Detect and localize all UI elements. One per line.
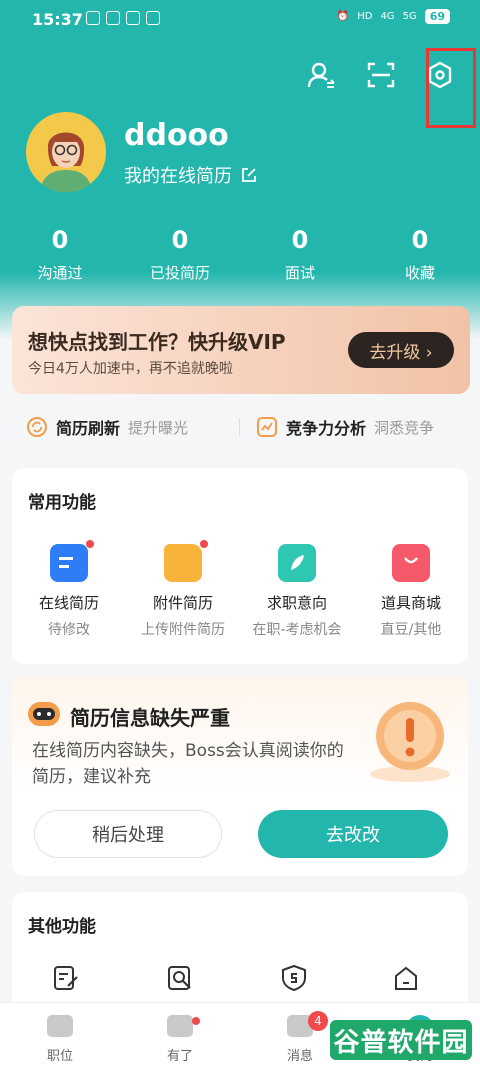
func-label: 道具商城 xyxy=(380,594,441,612)
stat-label: 沟通过 xyxy=(37,264,83,282)
scan-icon[interactable] xyxy=(366,60,396,90)
alarm-icon: ⏰ xyxy=(336,11,350,22)
divider xyxy=(239,418,240,436)
func-sub: 上传附件简历 xyxy=(141,622,225,638)
vip-banner[interactable]: 想快点找到工作？快升级VIP 今日4万人加速中，再不追就晚啦 去升级 › xyxy=(12,306,470,394)
status-app-icons xyxy=(86,11,160,25)
stat-interview[interactable]: 0 面试 xyxy=(240,226,360,283)
warning-exclamation-illustration xyxy=(370,702,450,782)
fix-resume-button[interactable]: 去改改 xyxy=(258,810,448,858)
security-shield-icon[interactable] xyxy=(280,964,308,992)
online-resume-link[interactable]: 我的在线简历 xyxy=(124,162,258,188)
func-sub: 直豆/其他 xyxy=(380,622,442,638)
vip-subtitle: 今日4万人加速中，再不追就晚啦 xyxy=(28,361,233,377)
analysis-icon xyxy=(257,417,277,437)
quick-actions: 简历刷新 提升曝光 竞争力分析 洞悉竞争 xyxy=(12,396,470,458)
status-bar: 15:37 ⏰ HD 4G 5G 69 xyxy=(0,0,480,36)
stat-value: 0 xyxy=(291,226,309,254)
red-dot xyxy=(192,1017,200,1025)
func-label: 求职意向 xyxy=(266,594,327,612)
edit-icon xyxy=(242,168,256,182)
tab-label: 有了 xyxy=(166,1049,193,1064)
app-notification-icon xyxy=(86,11,100,25)
tab-jobs[interactable]: 职位 xyxy=(0,1003,120,1071)
status-right: ⏰ HD 4G 5G 69 xyxy=(337,9,450,24)
func-sub: 在职-考虑机会 xyxy=(252,622,342,638)
warning-text: 在线简历内容缺失，Boss会认真阅读你的简历，建议补充 xyxy=(32,741,344,787)
folder-icon xyxy=(164,540,208,582)
battery-level: 69 xyxy=(424,9,450,24)
stat-label: 面试 xyxy=(284,264,315,282)
func-label: 附件简历 xyxy=(152,594,213,612)
later-button[interactable]: 稍后处理 xyxy=(34,810,222,858)
message-badge: 4 xyxy=(308,1011,328,1031)
briefcase-icon xyxy=(47,1015,73,1037)
robot-icon xyxy=(28,702,60,726)
stats-row: 0 沟通过 0 已投简历 0 面试 0 收藏 xyxy=(0,226,480,283)
online-resume-label: 我的在线简历 xyxy=(124,166,232,187)
network-4g: 4G xyxy=(380,11,395,22)
other-functions-title: 其他功能 xyxy=(28,917,96,937)
tab-youle[interactable]: 有了 xyxy=(120,1003,240,1071)
avatar[interactable] xyxy=(26,112,106,192)
stat-contacted[interactable]: 0 沟通过 xyxy=(0,226,120,283)
competitiveness-action[interactable]: 竞争力分析 洞悉竞争 xyxy=(256,415,434,439)
upgrade-button[interactable]: 去升级 › xyxy=(348,332,454,368)
tab-label: 职位 xyxy=(46,1049,73,1064)
switch-identity-icon[interactable] xyxy=(306,60,336,90)
search-document-icon[interactable] xyxy=(166,964,194,992)
competitiveness-title: 竞争力分析 xyxy=(286,419,367,438)
online-resume-icon xyxy=(50,540,94,582)
refresh-icon xyxy=(27,417,47,437)
func-sub: 待修改 xyxy=(48,622,90,638)
common-functions-card: 常用功能 在线简历 待修改 附件简历 上传附件简历 求职意向 在职-考虑机会 道… xyxy=(12,468,468,664)
resume-refresh-action[interactable]: 简历刷新 提升曝光 xyxy=(26,415,188,439)
func-item-store[interactable]: 道具商城 直豆/其他 xyxy=(354,544,468,639)
warning-title: 简历信息缺失严重 xyxy=(70,706,230,730)
resume-refresh-title: 简历刷新 xyxy=(56,419,121,438)
func-attachment-resume[interactable]: 附件简历 上传附件简历 xyxy=(126,540,240,639)
edit-document-icon[interactable] xyxy=(52,964,80,992)
stat-value: 0 xyxy=(51,226,69,254)
func-label: 在线简历 xyxy=(38,594,99,612)
mail-notification-icon xyxy=(106,11,120,25)
username: ddooo xyxy=(124,118,229,153)
stat-label: 已投简历 xyxy=(149,264,210,282)
red-dot xyxy=(86,540,94,548)
stat-value: 0 xyxy=(171,226,189,254)
book-icon xyxy=(167,1015,193,1037)
network-5g: 5G xyxy=(402,11,417,22)
func-job-intention[interactable]: 求职意向 在职-考虑机会 xyxy=(240,544,354,639)
stat-label: 收藏 xyxy=(404,264,435,282)
stat-favorites[interactable]: 0 收藏 xyxy=(360,226,480,283)
stat-value: 0 xyxy=(411,226,429,254)
shopping-bag-icon xyxy=(392,544,430,582)
resume-warning-card: 简历信息缺失严重 在线简历内容缺失，Boss会认真阅读你的简历，建议补充 稍后处… xyxy=(12,676,468,876)
network-hd: HD xyxy=(357,11,373,22)
competitiveness-subtitle: 洞悉竞争 xyxy=(374,418,435,437)
status-time: 15:37 xyxy=(32,10,83,29)
weibo-notification-icon xyxy=(126,11,140,25)
func-online-resume[interactable]: 在线简历 待修改 xyxy=(12,540,126,639)
avatar-illustration xyxy=(26,112,106,192)
leaf-icon xyxy=(278,544,316,582)
stat-applied[interactable]: 0 已投简历 xyxy=(120,226,240,283)
home-icon[interactable] xyxy=(392,964,420,992)
red-dot xyxy=(200,540,208,548)
common-functions-title: 常用功能 xyxy=(28,493,96,513)
highlight-box xyxy=(426,48,476,128)
vip-title: 想快点找到工作？快升级VIP xyxy=(28,330,286,354)
resume-refresh-subtitle: 提升曝光 xyxy=(128,418,189,437)
video-notification-icon xyxy=(146,11,160,25)
watermark: 谷普软件园 xyxy=(330,1020,472,1060)
